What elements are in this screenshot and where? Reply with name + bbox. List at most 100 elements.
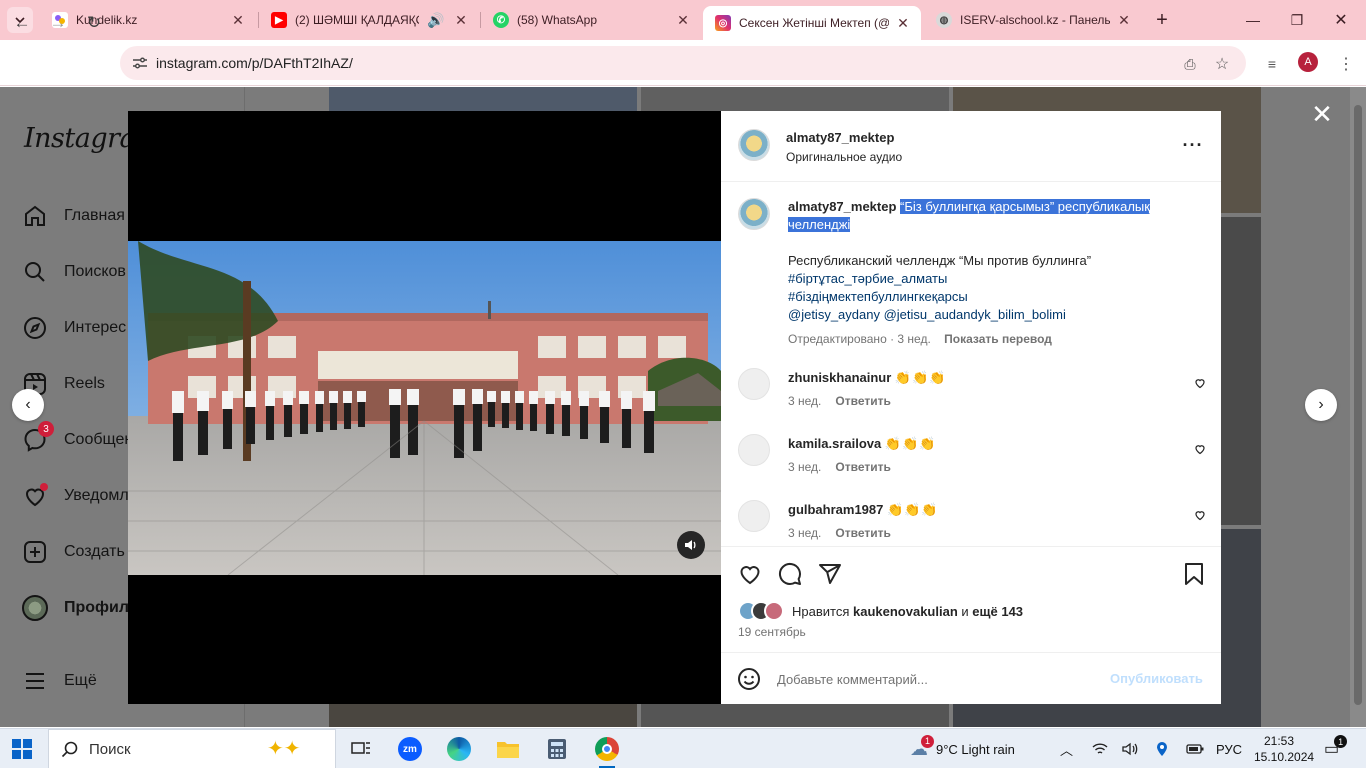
- location-pin-icon[interactable]: [1156, 729, 1168, 768]
- audio-label[interactable]: Оригинальное аудио: [786, 150, 902, 164]
- commenter-username[interactable]: zhuniskhanainur: [788, 370, 891, 385]
- like-comment-icon[interactable]: [1193, 442, 1207, 456]
- sidebar-item-more[interactable]: Ещё: [22, 666, 97, 696]
- close-icon[interactable]: ✕: [230, 12, 246, 28]
- caption-meta: Отредактировано · 3 нед. Показать перево…: [788, 332, 1052, 346]
- next-post-button[interactable]: ›: [1305, 389, 1337, 421]
- tab-youtube[interactable]: ▶ (2) ШӘМШІ ҚАЛДАЯҚО 🔊 ✕: [259, 6, 479, 34]
- like-comment-icon[interactable]: [1193, 376, 1207, 390]
- commenter-avatar[interactable]: [738, 500, 770, 532]
- post-date[interactable]: 19 сентябрь: [738, 625, 806, 639]
- calculator-icon[interactable]: [539, 733, 575, 765]
- unmute-button[interactable]: [677, 531, 705, 559]
- window-close-button[interactable]: ✕: [1329, 8, 1353, 32]
- caption-username[interactable]: almaty87_mektep: [788, 199, 896, 214]
- sidebar-item-home[interactable]: Главная: [22, 201, 125, 231]
- close-icon[interactable]: ✕: [1116, 12, 1132, 28]
- reply-button[interactable]: Ответить: [835, 526, 890, 540]
- caption-author-avatar[interactable]: [738, 198, 770, 230]
- more-options-icon[interactable]: ···: [1183, 135, 1203, 155]
- commenter-avatar[interactable]: [738, 368, 770, 400]
- sidebar-item-profile[interactable]: Профил: [22, 593, 129, 623]
- close-icon[interactable]: ✕: [675, 12, 691, 28]
- tab-whatsapp[interactable]: ✆ (58) WhatsApp ✕: [481, 6, 701, 34]
- browser-menu-icon[interactable]: ⋮: [1336, 54, 1356, 74]
- author-avatar[interactable]: [738, 129, 770, 161]
- previous-post-button[interactable]: ‹: [12, 389, 44, 421]
- show-hidden-icons-button[interactable]: ︿: [1060, 729, 1073, 768]
- commenter-avatar[interactable]: [738, 434, 770, 466]
- comment-age: 3 нед.: [788, 394, 822, 408]
- emoji-icon[interactable]: [737, 667, 761, 691]
- speaker-icon[interactable]: 🔊: [425, 12, 447, 28]
- hashtag-link[interactable]: #біздіңмектепбуллингкеқарсы: [788, 288, 1198, 306]
- close-icon[interactable]: ✕: [895, 15, 911, 31]
- video-frame[interactable]: [128, 241, 721, 575]
- edge-browser-icon[interactable]: [441, 733, 477, 765]
- media-control-icon[interactable]: ≡: [1262, 54, 1282, 74]
- commenter-username[interactable]: gulbahram1987: [788, 502, 883, 517]
- site-info-icon[interactable]: [130, 53, 150, 73]
- reload-button[interactable]: ↻: [82, 11, 106, 35]
- url-text[interactable]: instagram.com/p/DAFthT2IhAZ/: [156, 55, 353, 71]
- save-bookmark-icon[interactable]: [1181, 561, 1207, 587]
- sidebar-item-search[interactable]: Поисков: [22, 257, 126, 287]
- taskbar-search[interactable]: Поиск ✦✦: [48, 729, 336, 768]
- reply-button[interactable]: Ответить: [835, 394, 890, 408]
- tab-instagram[interactable]: ◎ Сексен Жетінші Мектеп (@ ✕: [703, 6, 921, 40]
- bookmark-star-icon[interactable]: ☆: [1212, 54, 1232, 74]
- close-modal-button[interactable]: ✕: [1310, 99, 1334, 129]
- tab-kundelik[interactable]: Kundelik.kz ✕: [40, 6, 256, 34]
- close-icon[interactable]: ✕: [453, 12, 469, 28]
- file-explorer-icon[interactable]: [490, 733, 526, 765]
- notifications-center-icon[interactable]: ▭ 1: [1324, 729, 1348, 768]
- publish-comment-button[interactable]: Опубликовать: [1110, 671, 1203, 686]
- wifi-icon[interactable]: [1092, 729, 1108, 768]
- grid-thumbnail: [641, 704, 949, 727]
- sidebar-item-notifications[interactable]: Уведомл: [22, 481, 129, 511]
- reply-button[interactable]: Ответить: [835, 460, 890, 474]
- video-player[interactable]: [128, 111, 721, 704]
- like-comment-icon[interactable]: [1193, 508, 1207, 522]
- likes-user-link[interactable]: kaukenovakulian: [853, 604, 958, 619]
- restore-button[interactable]: ❐: [1285, 8, 1309, 32]
- address-bar[interactable]: instagram.com/p/DAFthT2IhAZ/: [120, 46, 1246, 80]
- show-translation-button[interactable]: Показать перевод: [944, 332, 1052, 346]
- install-app-icon[interactable]: ⎙: [1180, 54, 1200, 74]
- commenter-username[interactable]: kamila.srailova: [788, 436, 881, 451]
- author-username[interactable]: almaty87_mektep: [786, 130, 894, 145]
- scrollbar-thumb[interactable]: [1354, 105, 1362, 705]
- back-button[interactable]: ←: [10, 11, 34, 35]
- tab-iserv[interactable]: ◍ ISERV-alschool.kz - Панель у ✕: [924, 6, 1142, 34]
- weather-widget[interactable]: ☁ 1 9°C Light rain: [910, 729, 1015, 768]
- like-post-icon[interactable]: [737, 561, 763, 587]
- share-icon[interactable]: [817, 561, 843, 587]
- task-view-icon[interactable]: [343, 733, 379, 765]
- forward-button[interactable]: →: [46, 11, 70, 35]
- comment-icon[interactable]: [777, 561, 803, 587]
- likes-count-link[interactable]: ещё 143: [972, 604, 1023, 619]
- sidebar-item-explore[interactable]: Интерес: [22, 313, 126, 343]
- battery-icon[interactable]: [1186, 729, 1204, 768]
- input-language[interactable]: РУС: [1216, 729, 1242, 768]
- sidebar-item-label: Главная: [64, 207, 125, 224]
- windows-taskbar: Поиск ✦✦ zm ☁ 1 9°C Light rain ︿ РУС 21:5…: [0, 728, 1366, 768]
- mention-link[interactable]: @jetisy_aydany @jetisu_audandyk_bilim_bo…: [788, 306, 1198, 324]
- minimize-button[interactable]: —: [1241, 8, 1265, 32]
- hashtag-link[interactable]: #біртұтас_тәрбие_алматы: [788, 270, 1198, 288]
- compass-icon: [22, 315, 48, 341]
- comment-input[interactable]: [777, 667, 1107, 691]
- sidebar-item-create[interactable]: Создать: [22, 537, 125, 567]
- taskbar-clock[interactable]: 21:53 15.10.2024: [1254, 733, 1314, 765]
- profile-avatar[interactable]: A: [1298, 52, 1318, 72]
- volume-icon[interactable]: [1122, 729, 1138, 768]
- page-scrollbar[interactable]: [1350, 87, 1366, 727]
- cloud-rain-icon: ☁ 1: [910, 734, 934, 760]
- chrome-browser-icon[interactable]: [589, 733, 625, 768]
- whatsapp-icon: ✆: [493, 12, 509, 28]
- sidebar-item-label: Уведомл: [64, 487, 129, 504]
- windows-start-icon[interactable]: [12, 739, 32, 759]
- new-tab-button[interactable]: +: [1150, 8, 1174, 32]
- sidebar-item-messages[interactable]: 3 Сообщен: [22, 421, 133, 455]
- zoom-app-icon[interactable]: zm: [392, 733, 428, 765]
